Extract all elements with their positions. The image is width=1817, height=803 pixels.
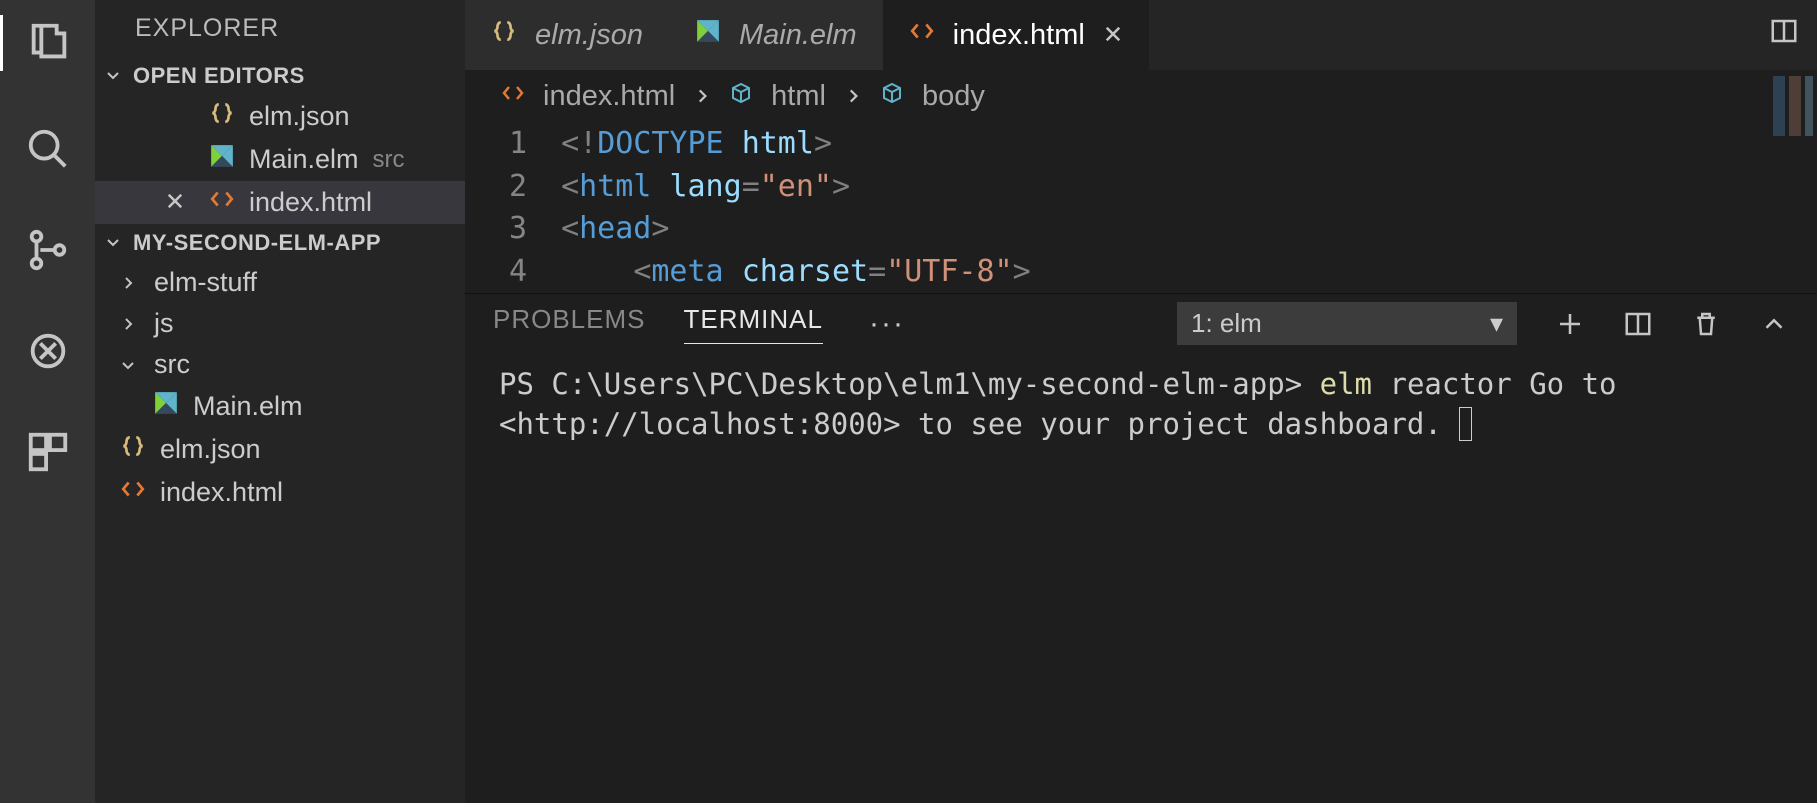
activity-bar	[0, 0, 95, 803]
tree-folder[interactable]: elm-stuff	[95, 262, 465, 303]
search-icon[interactable]	[25, 126, 71, 172]
split-terminal-icon[interactable]	[1623, 309, 1653, 339]
json-icon	[120, 433, 146, 466]
sidebar-title: EXPLORER	[95, 0, 465, 57]
trash-icon[interactable]	[1691, 309, 1721, 339]
chevron-down-icon: ▾	[1490, 308, 1503, 339]
json-icon	[209, 100, 235, 133]
html-icon	[120, 476, 146, 509]
terminal-select[interactable]: 1: elm ▾	[1177, 302, 1517, 345]
elm-icon	[209, 143, 235, 176]
debug-icon[interactable]	[25, 328, 71, 374]
bottom-panel: PROBLEMS TERMINAL ··· 1: elm ▾ PS C:\Use…	[465, 293, 1817, 803]
elm-icon	[153, 390, 179, 423]
html-icon	[209, 186, 235, 219]
panel-tab-terminal[interactable]: TERMINAL	[684, 304, 823, 344]
symbol-icon	[729, 80, 753, 113]
editor-tabs: elm.json Main.elm index.html	[465, 0, 1817, 70]
tree-file[interactable]: elm.json	[95, 428, 465, 471]
tree-item-label: index.html	[160, 477, 283, 508]
chevron-down-icon	[120, 349, 140, 380]
project-header[interactable]: MY-SECOND-ELM-APP	[95, 224, 465, 262]
open-editor-item[interactable]: index.html	[95, 181, 465, 224]
tree-file[interactable]: Main.elm	[95, 385, 465, 428]
chevron-down-icon	[105, 230, 125, 256]
split-editor-icon[interactable]	[1769, 16, 1799, 54]
open-editor-item[interactable]: elm.json	[95, 95, 465, 138]
tree-item-label: elm.json	[160, 434, 261, 465]
chevron-down-icon	[105, 63, 125, 89]
chevron-right-icon	[120, 267, 140, 298]
explorer-icon[interactable]	[0, 15, 95, 71]
tab-label: Main.elm	[739, 19, 857, 52]
open-editor-detail: src	[373, 146, 405, 174]
html-icon	[909, 18, 935, 52]
extensions-icon[interactable]	[25, 429, 71, 475]
project-label: MY-SECOND-ELM-APP	[133, 230, 381, 256]
code-content: <!DOCTYPE html> <html lang="en"> <head> …	[561, 123, 1031, 293]
tab-index-html[interactable]: index.html	[883, 0, 1149, 70]
open-editors-label: OPEN EDITORS	[133, 63, 305, 89]
panel-tabbar: PROBLEMS TERMINAL ··· 1: elm ▾	[465, 294, 1817, 353]
source-control-icon[interactable]	[25, 227, 71, 273]
tree-item-label: Main.elm	[193, 391, 303, 422]
tree-file[interactable]: index.html	[95, 471, 465, 514]
tab-main-elm[interactable]: Main.elm	[669, 0, 883, 70]
panel-tab-problems[interactable]: PROBLEMS	[493, 304, 646, 343]
tab-label: index.html	[953, 19, 1085, 52]
json-icon	[491, 18, 517, 52]
crumb-label: index.html	[543, 80, 675, 113]
crumb-label: html	[771, 80, 826, 113]
explorer-sidebar: EXPLORER OPEN EDITORS elm.json Main.elm …	[95, 0, 465, 803]
terminal-select-label: 1: elm	[1191, 308, 1262, 339]
chevron-right-icon	[693, 80, 711, 113]
tree-item-label: elm-stuff	[154, 267, 257, 298]
chevron-up-icon[interactable]	[1759, 309, 1789, 339]
html-icon	[501, 80, 525, 113]
crumb-label: body	[922, 80, 985, 113]
close-icon[interactable]	[155, 187, 195, 218]
open-editor-item[interactable]: Main.elm src	[95, 138, 465, 181]
tab-label: elm.json	[535, 19, 643, 52]
code-editor[interactable]: 1 2 3 4 <!DOCTYPE html> <html lang="en">…	[465, 123, 1817, 293]
tree-folder[interactable]: src	[95, 344, 465, 385]
open-editor-name: index.html	[249, 187, 372, 218]
tree-item-label: js	[154, 308, 174, 339]
open-editor-name: elm.json	[249, 101, 350, 132]
open-editor-name: Main.elm	[249, 144, 359, 175]
overflow-icon[interactable]: ···	[861, 307, 913, 341]
symbol-icon	[880, 80, 904, 113]
breadcrumbs[interactable]: index.html html body	[465, 70, 1817, 123]
elm-icon	[695, 18, 721, 52]
open-editors-header[interactable]: OPEN EDITORS	[95, 57, 465, 95]
terminal-output[interactable]: PS C:\Users\PC\Desktop\elm1\my-second-el…	[465, 353, 1817, 455]
chevron-right-icon	[844, 80, 862, 113]
minimap[interactable]	[1773, 72, 1817, 172]
main-area: elm.json Main.elm index.html inde	[465, 0, 1817, 803]
tree-item-label: src	[154, 349, 190, 380]
terminal-cursor	[1459, 407, 1472, 441]
chevron-right-icon	[120, 308, 140, 339]
line-numbers: 1 2 3 4	[465, 123, 561, 293]
tree-folder[interactable]: js	[95, 303, 465, 344]
new-terminal-icon[interactable]	[1555, 309, 1585, 339]
tab-elm-json[interactable]: elm.json	[465, 0, 669, 70]
close-icon[interactable]	[1103, 19, 1123, 51]
